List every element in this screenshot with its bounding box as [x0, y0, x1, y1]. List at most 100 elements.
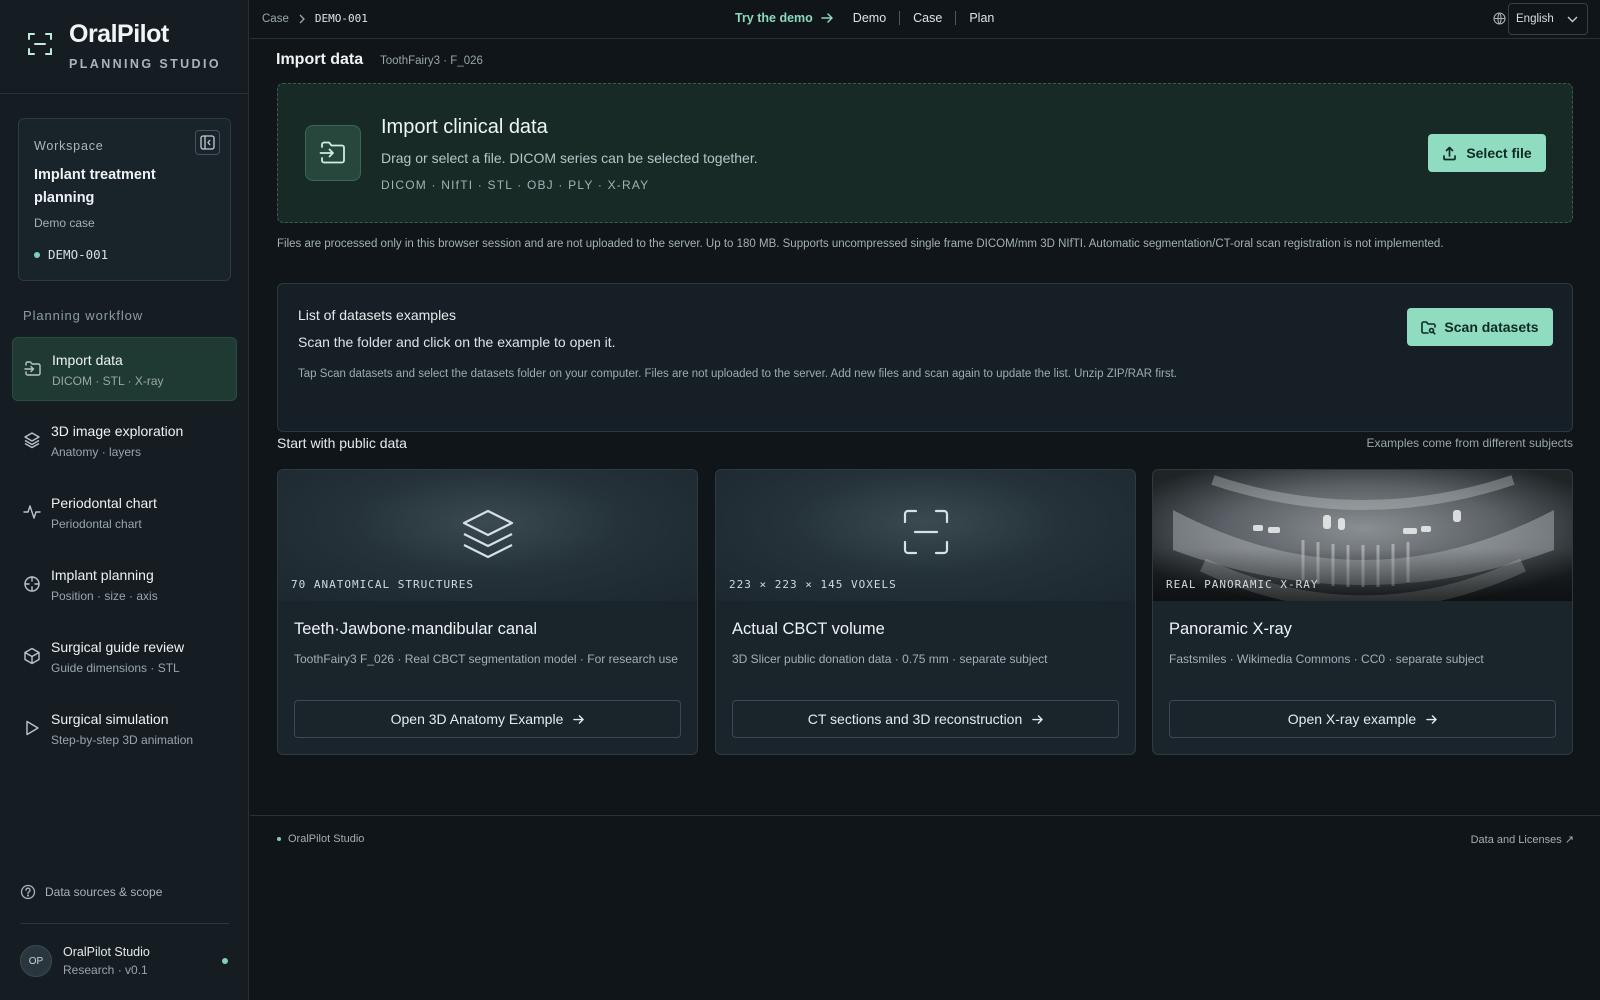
- globe-icon: [1493, 12, 1506, 25]
- online-status-dot: [222, 958, 228, 964]
- card-tag: 70 ANATOMICAL STRUCTURES: [291, 578, 474, 591]
- sidebar-item-sub: Position · size · axis: [51, 589, 158, 603]
- help-circle-icon: [20, 884, 36, 900]
- datasets-hint: Tap Scan datasets and select the dataset…: [298, 368, 1177, 380]
- language-select[interactable]: English: [1508, 3, 1588, 35]
- card-title: Actual CBCT volume: [732, 620, 885, 638]
- sidebar-item-sub: Step-by-step 3D animation: [51, 733, 194, 747]
- brand-subtitle: PLANNING STUDIO: [69, 57, 221, 71]
- card-description: 3D Slicer public donation data · 0.75 mm…: [732, 652, 1048, 666]
- example-card-anatomy: 70 ANATOMICAL STRUCTURES Teeth·Jawbone·m…: [277, 469, 698, 755]
- footer-brand: OralPilot Studio: [277, 833, 364, 845]
- import-icon: [24, 361, 41, 376]
- crosshair-icon: [24, 576, 40, 592]
- sidebar: OralPilot PLANNING STUDIO Workspace Impl…: [0, 0, 249, 1000]
- workspace-case-id: DEMO-001: [34, 247, 108, 262]
- sidebar-item-label: 3D image exploration: [51, 423, 184, 439]
- top-nav: Try the demo Demo Case Plan: [735, 11, 994, 25]
- breadcrumb: Case DEMO-001: [262, 12, 368, 25]
- sidebar-item-sub: Anatomy · layers: [51, 445, 142, 459]
- user-name: OralPilot Studio: [63, 945, 150, 959]
- card-button-label: CT sections and 3D reconstruction: [807, 711, 1023, 727]
- datasets-description: Scan the folder and click on the example…: [298, 334, 616, 350]
- sidebar-item-sub: DICOM · STL · X-ray: [52, 374, 164, 388]
- select-file-label: Select file: [1466, 145, 1532, 161]
- import-formats: DICOM · NIfTI · STL · OBJ · PLY · X-RAY: [381, 178, 650, 192]
- example-card-cbct: 223 × 223 × 145 VOXELS Actual CBCT volum…: [715, 469, 1136, 755]
- data-sources-link[interactable]: Data sources & scope: [20, 884, 162, 900]
- example-card-xray: REAL PANORAMIC X-RAY Panoramic X-ray Fas…: [1152, 469, 1573, 755]
- chevron-right-icon: [299, 14, 305, 23]
- arrow-right-icon: [1426, 714, 1438, 724]
- workspace-label: Workspace: [34, 139, 104, 153]
- nav-case[interactable]: Case: [913, 11, 942, 25]
- public-data-note: Examples come from different subjects: [1366, 436, 1573, 450]
- import-title: Import clinical data: [381, 116, 548, 138]
- card-description: ToothFairy3 F_026 · Real CBCT segmentati…: [294, 652, 678, 666]
- arrow-right-icon: [573, 714, 585, 724]
- datasets-title: List of datasets examples: [298, 307, 456, 323]
- card-hero: 70 ANATOMICAL STRUCTURES: [278, 470, 697, 601]
- card-hero: 223 × 223 × 145 VOXELS: [716, 470, 1135, 601]
- import-dropzone[interactable]: Import clinical data Drag or select a fi…: [277, 83, 1573, 223]
- play-icon: [26, 720, 39, 736]
- privacy-notice: Files are processed only in this browser…: [277, 238, 1444, 250]
- sidebar-item-surgical-simulation[interactable]: Surgical simulation Step-by-step 3D anim…: [12, 697, 237, 761]
- nav-demo[interactable]: Demo: [853, 11, 886, 25]
- card-title: Teeth·Jawbone·mandibular canal: [294, 620, 538, 638]
- data-licenses-link[interactable]: Data and Licenses ↗: [1400, 833, 1574, 846]
- sidebar-item-surgical-guide-review[interactable]: Surgical guide review Guide dimensions ·…: [12, 625, 237, 689]
- select-file-button[interactable]: Select file: [1428, 134, 1546, 172]
- sidebar-item-sub: Periodontal chart: [51, 517, 142, 531]
- brand-title: OralPilot: [69, 20, 169, 48]
- import-icon-badge: [305, 125, 361, 181]
- card-description: Fastsmiles · Wikimedia Commons · CC0 · s…: [1169, 652, 1484, 666]
- sidebar-item-label: Periodontal chart: [51, 495, 157, 511]
- try-demo-label: Try the demo: [735, 11, 813, 25]
- cube-icon: [24, 647, 40, 665]
- layers-icon: [24, 432, 40, 449]
- topbar: Case DEMO-001 Try the demo Demo Case Pla…: [250, 0, 1600, 39]
- scan-datasets-button[interactable]: Scan datasets: [1407, 308, 1553, 346]
- sidebar-item-periodontal-chart[interactable]: Periodontal chart Periodontal chart: [12, 481, 237, 545]
- workspace-case: Demo case: [34, 216, 95, 230]
- footer-divider: [250, 815, 1600, 816]
- case-id-text: DEMO-001: [48, 247, 109, 262]
- workflow-heading: Planning workflow: [23, 308, 144, 323]
- datasets-panel: List of datasets examples Scan the folde…: [277, 283, 1573, 432]
- sidebar-item-3d-exploration[interactable]: 3D image exploration Anatomy · layers: [12, 409, 237, 473]
- sidebar-item-label: Surgical guide review: [51, 639, 185, 655]
- page-meta: ToothFairy3 · F_026: [380, 55, 483, 67]
- language-value: English: [1516, 13, 1554, 25]
- chevron-down-icon: [1567, 16, 1578, 23]
- breadcrumb-current: DEMO-001: [314, 12, 368, 25]
- arrow-right-icon: [1032, 714, 1044, 724]
- card-tag: REAL PANORAMIC X-RAY: [1166, 578, 1319, 591]
- page-title: Import data: [276, 51, 364, 68]
- panoramic-xray-thumbnail: REAL PANORAMIC X-RAY: [1153, 470, 1572, 610]
- avatar[interactable]: OP: [20, 945, 52, 977]
- card-button-label: Open 3D Anatomy Example: [390, 711, 564, 727]
- card-tag: 223 × 223 × 145 VOXELS: [729, 578, 897, 591]
- open-xray-button[interactable]: Open X-ray example: [1169, 700, 1556, 738]
- user-version: Research · v0.1: [63, 963, 148, 977]
- workspace-card: Workspace Implant treatment planning Dem…: [18, 118, 231, 281]
- open-3d-anatomy-button[interactable]: Open 3D Anatomy Example: [294, 700, 681, 738]
- breadcrumb-case[interactable]: Case: [262, 13, 289, 25]
- footer-dot: [277, 837, 281, 841]
- footer-brand-label: OralPilot Studio: [288, 833, 365, 845]
- collapse-sidebar-button[interactable]: [195, 130, 220, 155]
- sidebar-item-sub: Guide dimensions · STL: [51, 661, 180, 675]
- nav-plan[interactable]: Plan: [969, 11, 994, 25]
- card-title: Panoramic X-ray: [1169, 620, 1292, 638]
- scan-frame-icon: [903, 509, 948, 555]
- scan-datasets-label: Scan datasets: [1444, 319, 1539, 335]
- public-data-title: Start with public data: [277, 435, 407, 451]
- open-ct-sections-button[interactable]: CT sections and 3D reconstruction: [732, 700, 1119, 738]
- sidebar-item-implant-planning[interactable]: Implant planning Position · size · axis: [12, 553, 237, 617]
- sidebar-item-import-data[interactable]: Import data DICOM · STL · X-ray: [12, 337, 237, 401]
- try-demo-link[interactable]: Try the demo: [735, 11, 833, 25]
- pulse-icon: [23, 505, 41, 519]
- scan-frame-icon: [28, 33, 52, 55]
- sidebar-item-label: Surgical simulation: [51, 711, 169, 727]
